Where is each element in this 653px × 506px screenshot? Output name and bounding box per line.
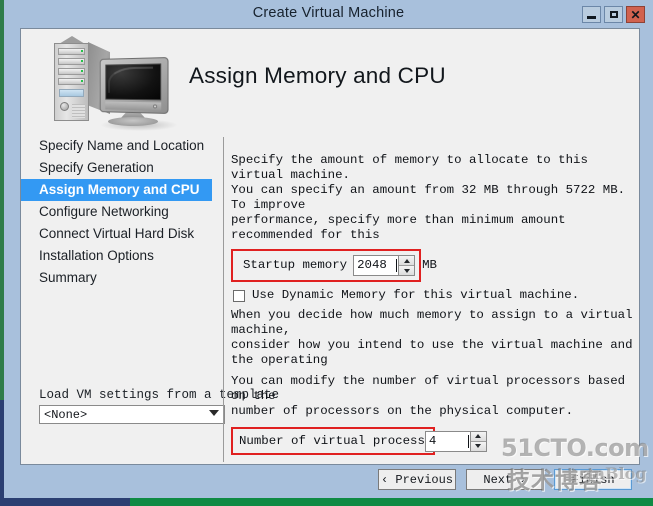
dynamic-memory-checkbox[interactable] xyxy=(233,289,245,302)
monitor-frame xyxy=(99,57,169,114)
minimize-icon xyxy=(587,15,596,19)
window-controls: ✕ xyxy=(582,6,645,23)
sidebar-item-connect-virtual-hard-disk[interactable]: Connect Virtual Hard Disk xyxy=(21,223,212,245)
virtual-processors-increment-button[interactable] xyxy=(470,431,486,441)
virtual-processors-spin-buttons xyxy=(469,431,486,451)
monitor-chin xyxy=(105,101,162,111)
dialog-header: Assign Memory and CPU xyxy=(21,29,639,135)
memory-intro-text: Specify the amount of memory to allocate… xyxy=(231,153,626,242)
vertical-divider xyxy=(223,137,224,462)
chevron-up-icon xyxy=(403,258,410,263)
cpu-intro-text: You can modify the number of virtual pro… xyxy=(231,374,626,418)
maximize-button[interactable] xyxy=(604,6,623,23)
content-pane: Specify the amount of memory to allocate… xyxy=(231,153,633,464)
create-virtual-machine-window: Create Virtual Machine ✕ Assign Memory a… xyxy=(4,0,653,498)
startup-memory-spin-buttons xyxy=(398,256,415,275)
startup-memory-increment-button[interactable] xyxy=(399,256,415,265)
chevron-down-icon xyxy=(209,410,219,416)
monitor-screen xyxy=(105,63,162,101)
dialog-button-row: ‹ Previous Next › Finish xyxy=(378,469,632,490)
previous-button[interactable]: ‹ Previous xyxy=(378,469,456,490)
minimize-button[interactable] xyxy=(582,6,601,23)
virtual-processors-label: Number of virtual process xyxy=(239,433,425,448)
drive-bay xyxy=(58,68,85,75)
server-computer-icon xyxy=(40,33,190,133)
startup-memory-input[interactable]: 2048 xyxy=(354,256,398,275)
sidebar-item-summary[interactable]: Summary xyxy=(21,267,212,289)
finish-button[interactable]: Finish xyxy=(554,469,632,490)
memory-note-text: When you decide how much memory to assig… xyxy=(231,308,633,367)
drive-bay xyxy=(58,48,85,55)
sidebar-item-configure-networking[interactable]: Configure Networking xyxy=(21,201,212,223)
template-select[interactable]: <None> xyxy=(39,405,225,424)
startup-memory-decrement-button[interactable] xyxy=(399,265,415,275)
sidebar-item-installation-options[interactable]: Installation Options xyxy=(21,245,212,267)
chevron-up-icon xyxy=(475,434,482,438)
tower-panel xyxy=(59,89,84,97)
startup-memory-label: Startup memory xyxy=(243,258,348,272)
drive-bay xyxy=(58,58,85,65)
dialog-footer: ‹ Previous Next › Finish xyxy=(20,465,640,498)
title-bar[interactable]: Create Virtual Machine ✕ xyxy=(4,0,653,28)
dynamic-memory-label: Use Dynamic Memory for this virtual mach… xyxy=(252,288,580,302)
next-button[interactable]: Next › xyxy=(466,469,544,490)
close-button[interactable]: ✕ xyxy=(626,6,645,23)
template-section: Load VM settings from a template <None> xyxy=(39,388,280,424)
virtual-processors-stepper[interactable]: 4 xyxy=(424,430,487,452)
drive-bay xyxy=(58,78,85,85)
virtual-processors-annotation: Number of virtual process 4 xyxy=(231,427,487,455)
sidebar-item-specify-name-and-location[interactable]: Specify Name and Location xyxy=(21,135,212,157)
dialog-body: Specify Name and Location Specify Genera… xyxy=(21,135,639,464)
monitor-base xyxy=(108,117,158,126)
tower-face xyxy=(54,43,89,121)
dynamic-memory-row[interactable]: Use Dynamic Memory for this virtual mach… xyxy=(233,288,633,303)
sidebar-item-assign-memory-and-cpu[interactable]: Assign Memory and CPU xyxy=(21,179,212,201)
startup-memory-stepper[interactable]: 2048 xyxy=(353,255,416,276)
template-selected-value: <None> xyxy=(44,408,88,422)
window-title: Create Virtual Machine xyxy=(252,5,405,21)
maximize-icon xyxy=(609,11,618,18)
page-title: Assign Memory and CPU xyxy=(189,63,446,88)
power-button-icon xyxy=(60,102,69,111)
chevron-down-icon xyxy=(475,444,482,448)
monitor-power-led xyxy=(153,104,158,109)
startup-memory-unit: MB xyxy=(422,258,437,272)
chevron-down-icon xyxy=(403,268,410,273)
startup-memory-annotation: Startup memory 2048 MB xyxy=(231,249,437,282)
virtual-processors-input[interactable]: 4 xyxy=(426,432,470,451)
dialog-client-area: Assign Memory and CPU Specify Name and L… xyxy=(20,28,640,465)
tower-vent xyxy=(72,104,85,118)
template-label: Load VM settings from a template xyxy=(39,388,280,402)
wizard-steps-sidebar: Specify Name and Location Specify Genera… xyxy=(21,135,279,464)
virtual-processors-decrement-button[interactable] xyxy=(470,440,486,451)
sidebar-item-specify-generation[interactable]: Specify Generation xyxy=(21,157,212,179)
